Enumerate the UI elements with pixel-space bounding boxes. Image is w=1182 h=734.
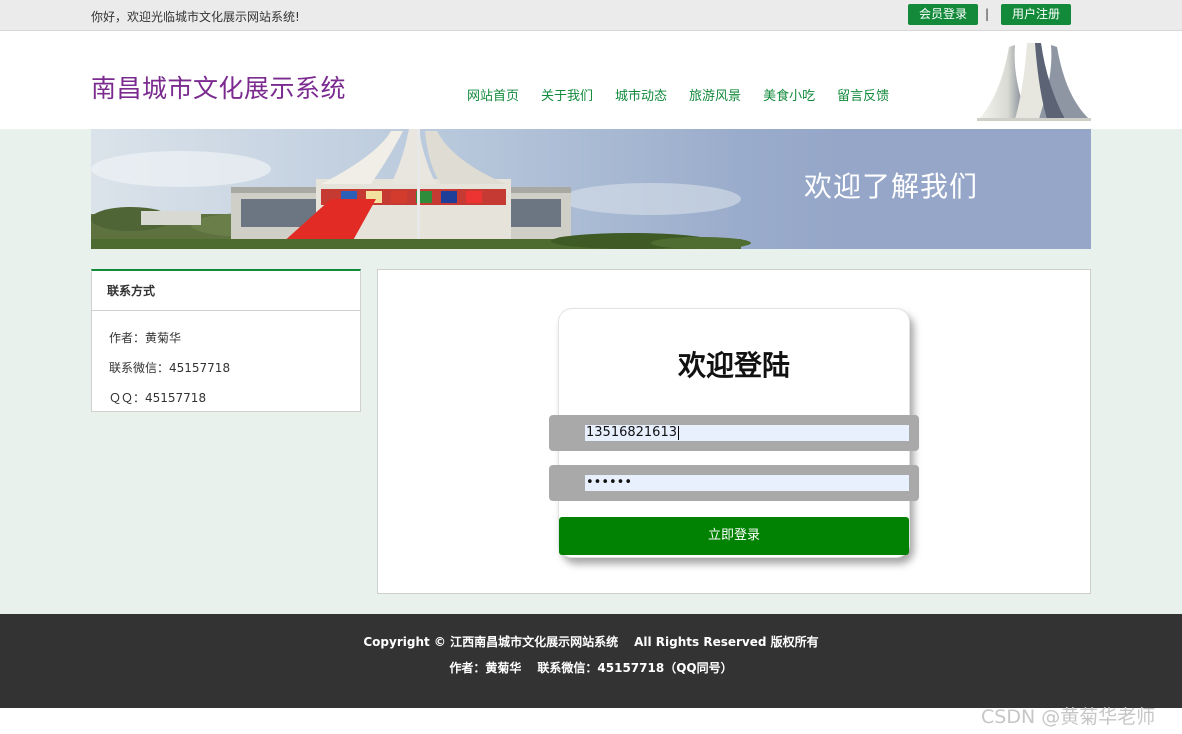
footer-line-1: Copyright © 江西南昌城市文化展示网站系统 All Rights Res… [0,633,1182,650]
footer-line-2: 作者：黄菊华 联系微信：45157718（QQ同号） [0,659,1182,676]
login-card: 欢迎登陆 13516821613 •••••• 立即登录 [549,308,919,558]
landmark-building-icon [977,43,1091,121]
welcome-text: 你好，欢迎光临城市文化展示网站系统! [91,10,300,24]
site-footer: Copyright © 江西南昌城市文化展示网站系统 All Rights Res… [0,614,1182,708]
nav-food[interactable]: 美食小吃 [763,85,815,104]
login-heading: 欢迎登陆 [677,349,790,382]
member-login-button[interactable]: 会员登录 [908,4,978,25]
footer-copyright: Copyright © 江西南昌城市文化展示网站系统 [363,635,619,649]
csdn-watermark: CSDN @黄菊华老师 [981,706,1156,728]
password-field-wrapper: •••••• [549,465,919,501]
password-value: •••••• [586,475,633,490]
separator: | [985,7,990,21]
nav-feedback[interactable]: 留言反馈 [837,85,889,104]
footer-contact: 联系微信：45157718（QQ同号） [537,661,733,675]
main-nav: 网站首页 关于我们 城市动态 旅游风景 美食小吃 留言反馈 [467,85,911,104]
user-register-button[interactable]: 用户注册 [1001,4,1071,25]
site-title[interactable]: 南昌城市文化展示系统 [91,69,346,105]
login-submit-button[interactable]: 立即登录 [559,517,909,555]
text-caret [677,425,679,440]
top-bar: 你好，欢迎光临城市文化展示网站系统! 会员登录 | 用户注册 [0,0,1182,31]
contact-wechat: 联系微信：45157718 [109,361,231,375]
nav-home[interactable]: 网站首页 [467,85,519,104]
contact-qq: ＱＱ：45157718 [109,391,207,405]
username-field-wrapper: 13516821613 [549,415,919,451]
contact-author: 作者：黄菊华 [109,331,182,345]
main-panel: 欢迎登陆 13516821613 •••••• 立即登录 [377,269,1091,594]
nav-news[interactable]: 城市动态 [615,85,667,104]
footer-author: 作者：黄菊华 [449,661,522,675]
contact-sidebar: 联系方式 作者：黄菊华 联系微信：45157718 ＱＱ：45157718 [91,269,361,412]
username-input[interactable]: 13516821613 [585,425,909,441]
nav-about[interactable]: 关于我们 [541,85,593,104]
sidebar-title: 联系方式 [92,271,360,311]
site-header: 南昌城市文化展示系统 网站首页 关于我们 城市动态 旅游风景 美食小吃 留言反馈 [0,31,1182,129]
banner-welcome-text: 欢迎了解我们 [804,170,979,203]
banner: 欢迎了解我们 [91,129,1091,249]
nav-scenery[interactable]: 旅游风景 [689,85,741,104]
username-value: 13516821613 [586,425,677,440]
password-input[interactable]: •••••• [585,475,909,491]
footer-rights: All Rights Reserved 版权所有 [634,635,819,649]
